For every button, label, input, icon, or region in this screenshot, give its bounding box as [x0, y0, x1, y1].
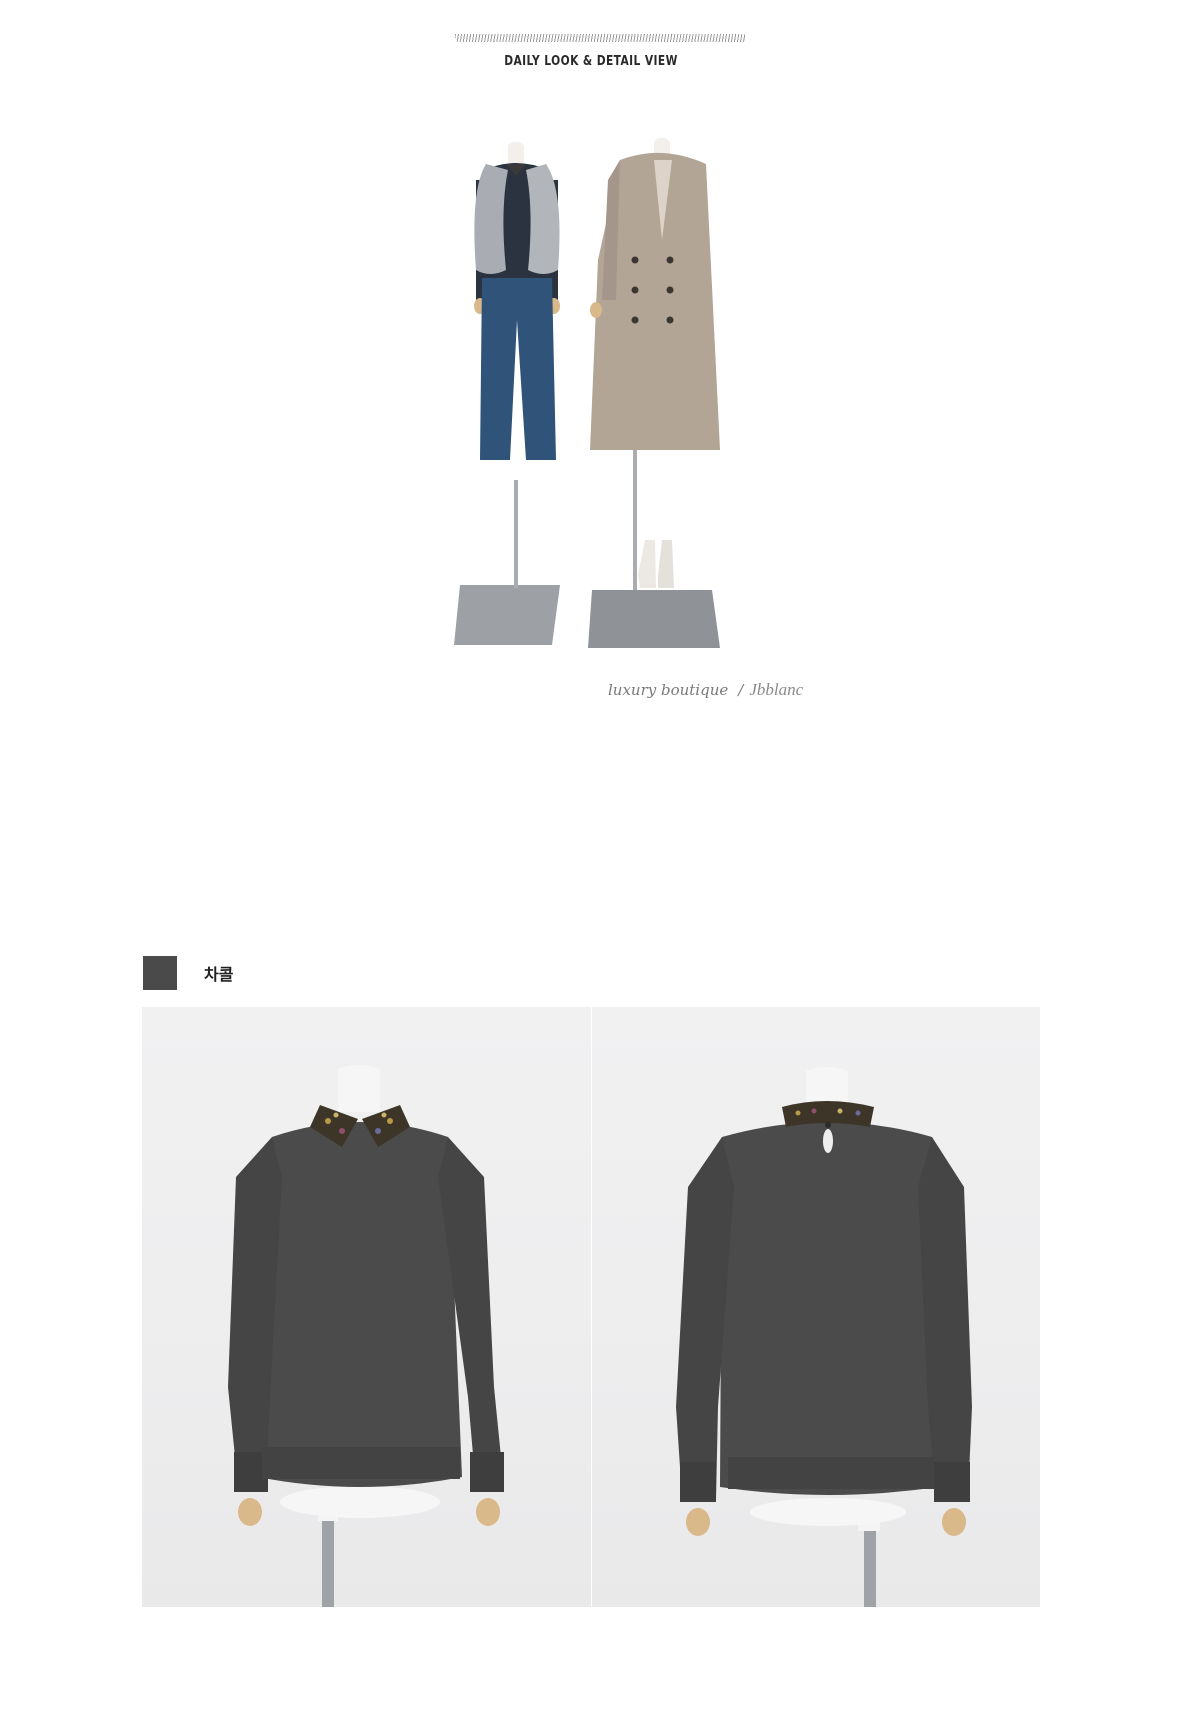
color-label: 차콜: [204, 965, 234, 984]
brand-tagline: luxury boutique / Jbblanc: [608, 680, 803, 700]
header-divider: [455, 34, 745, 42]
sweater-front-photo: [142, 1007, 591, 1607]
daily-look-photo: [440, 120, 750, 660]
color-swatch: [143, 956, 177, 990]
tagline-text: luxury boutique: [608, 681, 729, 699]
section-title: DAILY LOOK & DETAIL VIEW: [504, 54, 678, 69]
sweater-back-photo: [592, 1007, 1040, 1607]
tagline-separator: /: [738, 681, 744, 699]
brand-signature: Jbblanc: [749, 680, 804, 699]
color-option: 차콜: [143, 956, 233, 990]
